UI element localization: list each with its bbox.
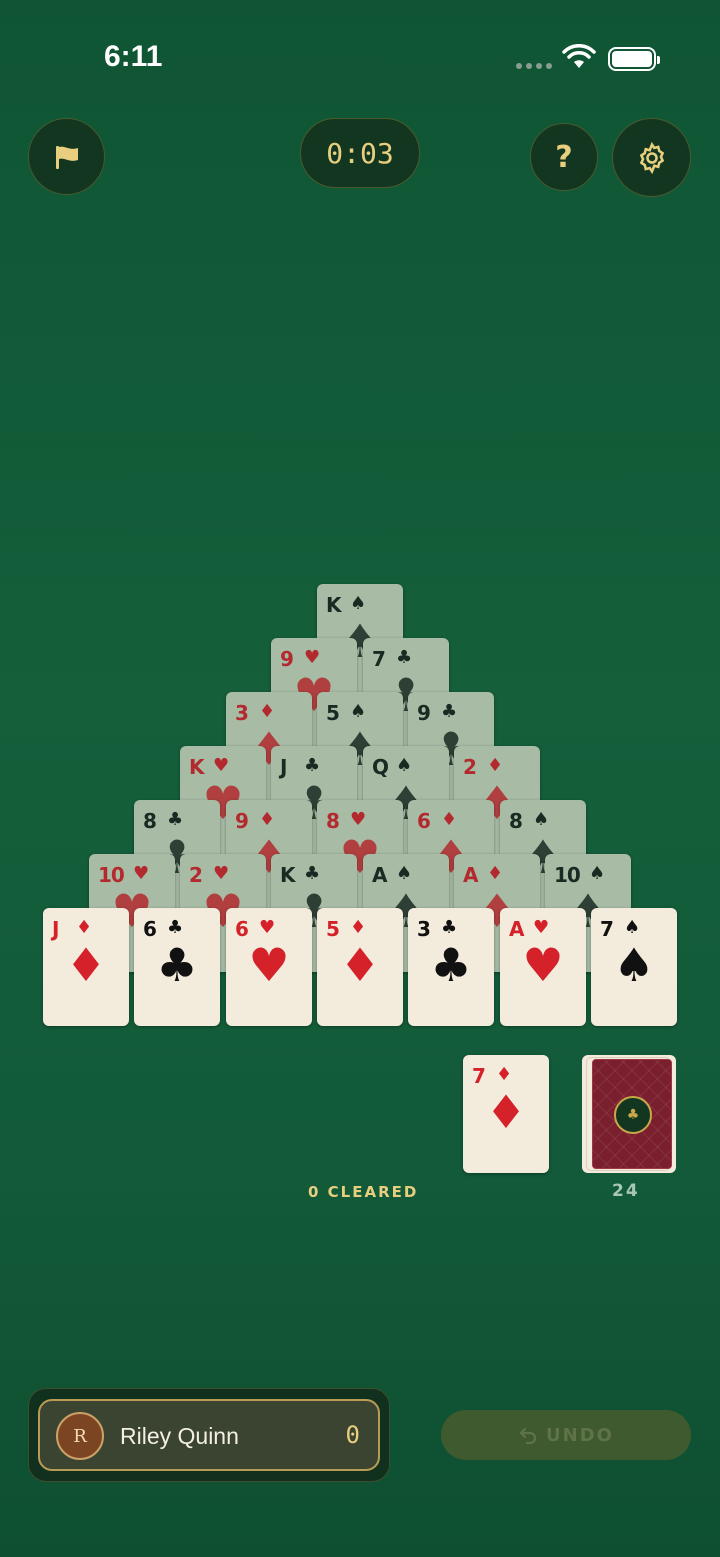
wifi-icon [562, 44, 596, 68]
card-suit-small: ♥ [533, 917, 550, 938]
card-suit-large: ♦ [485, 1085, 527, 1139]
pyramid-card[interactable]: 3 ♣ ♣ [408, 908, 494, 1026]
card-suit-small: ♠ [350, 593, 367, 614]
card-back: ♣ [592, 1059, 672, 1169]
card-suit-small: ♣ [304, 755, 321, 776]
card-suit-small: ♦ [487, 863, 504, 884]
card-rank: 5 [326, 701, 340, 725]
card-suit-small: ♣ [396, 647, 413, 668]
signal-icon [516, 63, 552, 69]
help-button[interactable]: ? [530, 123, 598, 191]
card-suit-large: ♣ [156, 938, 198, 992]
card-suit-small: ♥ [133, 863, 150, 884]
player-panel: R Riley Quinn 0 [28, 1388, 390, 1482]
card-rank: K [326, 593, 341, 617]
card-suit-small: ♦ [350, 917, 367, 938]
card-rank: 6 [417, 809, 431, 833]
card-rank: J [280, 755, 288, 779]
card-rank: 3 [417, 917, 431, 941]
card-rank: 8 [143, 809, 157, 833]
card-suit-large: ♥ [248, 938, 290, 992]
card-rank: A [372, 863, 388, 887]
card-rank: 2 [189, 863, 203, 887]
card-suit-small: ♦ [259, 701, 276, 722]
flag-icon [55, 145, 78, 169]
card-rank: J [52, 917, 60, 941]
status-bar: 6:11 [0, 0, 720, 110]
card-suit-small: ♠ [624, 917, 641, 938]
pyramid-card[interactable]: 7 ♠ ♠ [591, 908, 677, 1026]
player-name: Riley Quinn [120, 1423, 239, 1449]
card-suit-small: ♦ [441, 809, 458, 830]
card-rank: 7 [600, 917, 614, 941]
card-suit-small: ♥ [350, 809, 367, 830]
card-suit-small: ♣ [441, 701, 458, 722]
card-rank: 3 [235, 701, 249, 725]
card-rank: 2 [463, 755, 477, 779]
card-rank: 9 [235, 809, 249, 833]
card-suit-small: ♣ [167, 917, 184, 938]
card-suit-small: ♦ [487, 755, 504, 776]
card-rank: 5 [326, 917, 340, 941]
card-rank: 8 [326, 809, 340, 833]
card-suit-small: ♠ [396, 863, 413, 884]
card-rank: 9 [417, 701, 431, 725]
card-suit-small: ♥ [213, 863, 230, 884]
undo-icon [519, 1427, 537, 1445]
flag-button[interactable] [28, 118, 105, 195]
card-suit-small: ♥ [304, 647, 321, 668]
card-suit-large: ♦ [65, 938, 107, 992]
waste-card[interactable]: 7 ♦ ♦ [463, 1055, 549, 1173]
card-rank: 9 [280, 647, 294, 671]
card-suit-small: ♠ [533, 809, 550, 830]
battery-icon [608, 47, 660, 71]
card-suit-small: ♦ [496, 1064, 513, 1085]
card-suit-small: ♥ [213, 755, 230, 776]
card-rank: 7 [472, 1064, 486, 1088]
card-suit-large: ♠ [613, 938, 655, 992]
pyramid-card[interactable]: A ♥ ♥ [500, 908, 586, 1026]
card-suit-small: ♦ [76, 917, 93, 938]
pyramid-card[interactable]: 6 ♥ ♥ [226, 908, 312, 1026]
game-timer: 0:03 [300, 118, 420, 188]
card-rank: A [509, 917, 525, 941]
pyramid-card[interactable]: 6 ♣ ♣ [134, 908, 220, 1026]
card-rank: A [463, 863, 479, 887]
card-suit-small: ♦ [259, 809, 276, 830]
stock-pile[interactable]: ♣ [582, 1055, 676, 1173]
card-rank: K [189, 755, 204, 779]
card-suit-large: ♥ [522, 938, 564, 992]
card-rank: 7 [372, 647, 386, 671]
status-time: 6:11 [104, 40, 163, 73]
help-icon: ? [555, 139, 573, 175]
club-emblem-icon: ♣ [614, 1096, 652, 1134]
card-suit-small: ♣ [441, 917, 458, 938]
card-suit-small: ♣ [304, 863, 321, 884]
card-suit-large: ♦ [339, 938, 381, 992]
card-suit-large: ♣ [430, 938, 472, 992]
undo-label: UNDO [546, 1424, 614, 1446]
card-suit-small: ♥ [259, 917, 276, 938]
card-rank: 6 [235, 917, 249, 941]
avatar: R [56, 1412, 104, 1460]
undo-button[interactable]: UNDO [441, 1410, 691, 1460]
card-suit-small: ♠ [396, 755, 413, 776]
pyramid-card[interactable]: 5 ♦ ♦ [317, 908, 403, 1026]
cleared-count: 0 CLEARED [308, 1183, 419, 1201]
card-rank: K [280, 863, 295, 887]
card-rank: 8 [509, 809, 523, 833]
card-suit-small: ♠ [589, 863, 606, 884]
stock-count: 24 [612, 1181, 640, 1201]
gear-icon [639, 141, 664, 174]
card-suit-small: ♣ [167, 809, 184, 830]
pyramid-card[interactable]: J ♦ ♦ [43, 908, 129, 1026]
settings-button[interactable] [612, 118, 691, 197]
player-score: 0 [345, 1421, 360, 1449]
card-rank: 6 [143, 917, 157, 941]
card-suit-small: ♠ [350, 701, 367, 722]
